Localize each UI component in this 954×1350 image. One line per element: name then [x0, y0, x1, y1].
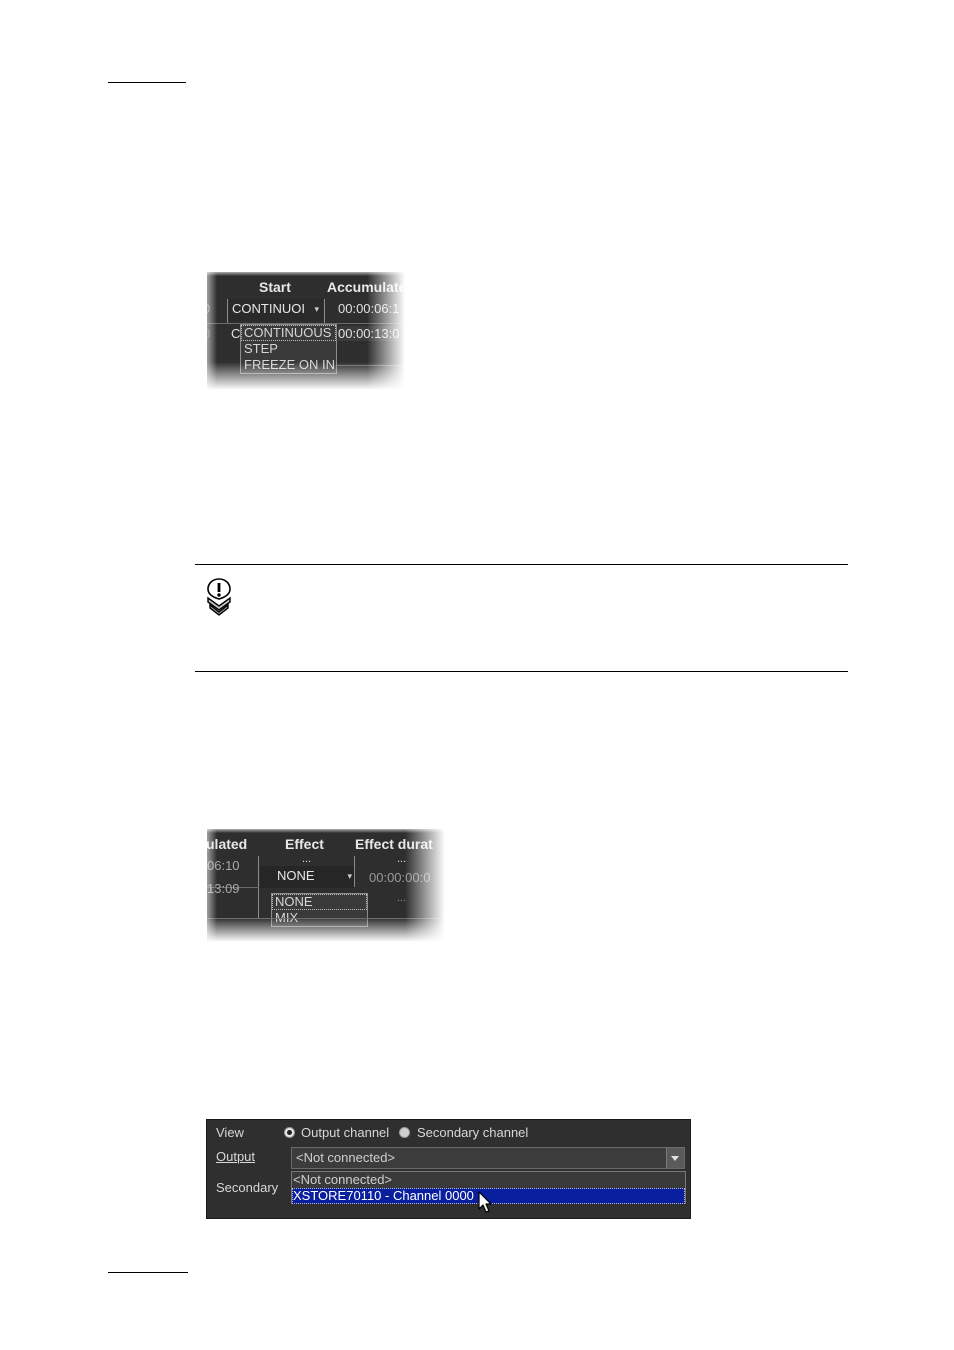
secondary-label: Secondary [216, 1180, 278, 1195]
divider [354, 856, 355, 887]
output-channel-radio[interactable] [284, 1127, 295, 1138]
dropdown-option[interactable]: NONE [272, 894, 367, 910]
note-icon [203, 576, 235, 618]
column-header-start[interactable]: Start [259, 279, 291, 295]
dropdown-option[interactable]: <Not connected> [292, 1172, 685, 1188]
header-rule [108, 82, 186, 83]
output-channel-panel: View Output channel Secondary channel Ou… [206, 1119, 691, 1219]
start-mode-combo[interactable]: CONTINUOI ▾ [229, 299, 323, 321]
output-combo-value: <Not connected> [296, 1150, 396, 1165]
chevron-down-icon: ▾ [347, 871, 352, 881]
row2-start-cell: C [231, 326, 241, 341]
divider [227, 299, 228, 323]
divider [324, 299, 325, 323]
output-label-text: Output [216, 1149, 256, 1164]
column-header-accumulated[interactable]: Accumulate [327, 279, 405, 295]
radio-dot-icon [287, 1130, 292, 1135]
row-separator [337, 365, 405, 366]
dropdown-button[interactable] [666, 1148, 684, 1168]
row2-duration: ... [397, 892, 407, 904]
secondary-channel-radio-label[interactable]: Secondary channel [417, 1125, 528, 1140]
secondary-label-text: Secondary [216, 1180, 279, 1195]
start-mode-dropdown: CONTINUOUS STEP FREEZE ON IN [240, 324, 337, 374]
output-label: Output [216, 1149, 255, 1164]
dropdown-option[interactable]: FREEZE ON IN [241, 357, 336, 373]
secondary-channel-radio[interactable] [399, 1127, 410, 1138]
effect-combo[interactable]: NONE ▾ [260, 866, 354, 888]
row1-accumulated: 06:10 [207, 858, 240, 873]
start-mode-value: CONTINUOI [232, 301, 305, 316]
dropdown-option[interactable]: CONTINUOUS [241, 325, 336, 341]
row1-duration: 00:00:00:0 [369, 870, 431, 885]
start-column-screenshot: Start Accumulate 0 CONTINUOI ▾ 00:00:06:… [207, 272, 405, 390]
row1-accumulated: 00:00:06:1 [338, 301, 400, 316]
column-header-accumulated[interactable]: ulated [207, 836, 247, 852]
row0-duration: ... [397, 853, 407, 865]
column-header-effect-duration[interactable]: Effect durat [355, 836, 433, 852]
row2-accumulated: 13:09 [207, 881, 240, 896]
effect-column-screenshot: ulated Effect Effect durat ... ... 06:10… [207, 829, 445, 942]
effect-dropdown: NONE MIX [271, 893, 368, 927]
chevron-down-icon: ▾ [314, 304, 319, 314]
row0-effect: ... [302, 853, 312, 865]
note-bottom-rule [195, 671, 848, 672]
row-separator [207, 918, 445, 919]
effect-value: NONE [277, 868, 315, 883]
row2-accumulated: 00:00:13:0 [338, 326, 400, 341]
output-combo[interactable]: <Not connected> [291, 1147, 685, 1169]
column-header-effect[interactable]: Effect [285, 836, 324, 852]
view-label: View [216, 1125, 244, 1140]
mouse-cursor-icon [478, 1191, 494, 1215]
output-channel-radio-label[interactable]: Output channel [301, 1125, 389, 1140]
row1-left-cell: 0 [207, 301, 210, 316]
row2-left-cell: 0 [207, 326, 210, 341]
dropdown-option[interactable]: STEP [241, 341, 336, 357]
footer-rule [108, 1272, 188, 1273]
note-top-rule [195, 564, 848, 565]
chevron-down-icon [671, 1156, 679, 1161]
